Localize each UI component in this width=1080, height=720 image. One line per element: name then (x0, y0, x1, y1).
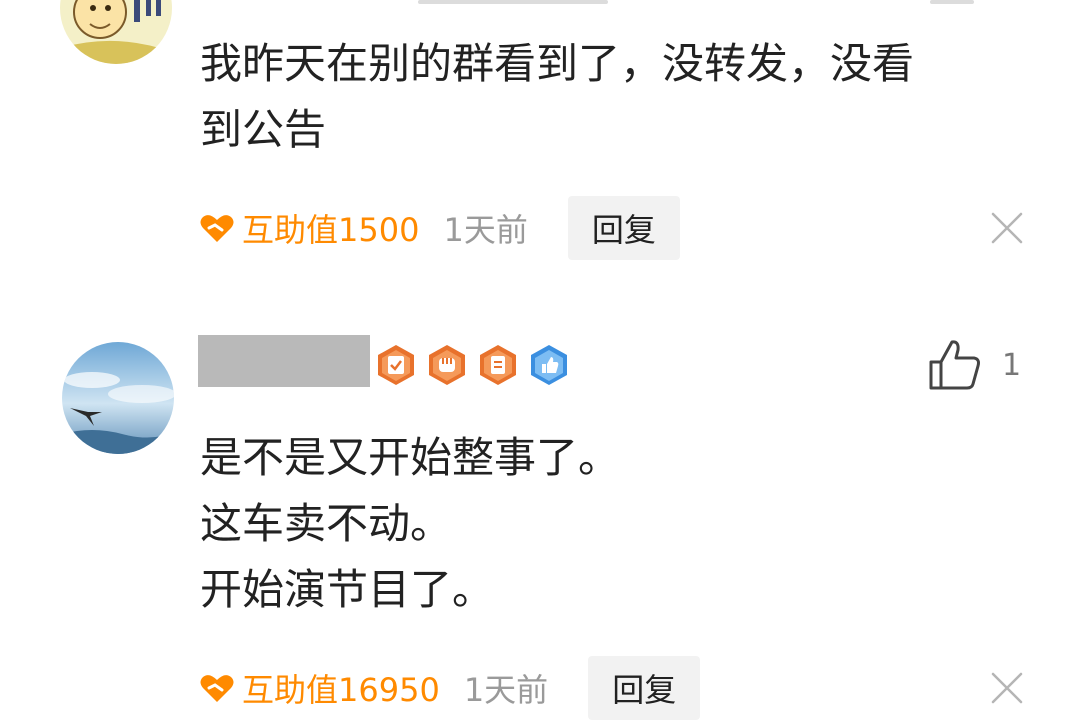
close-button[interactable] (990, 671, 1024, 705)
timestamp: 1天前 (463, 671, 549, 709)
close-icon (991, 672, 1023, 704)
comment-text-line: 这车卖不动。 (200, 499, 453, 548)
comment-text-line: 是不是又开始整事了。 (200, 433, 621, 482)
clipboard-check-badge-icon[interactable] (376, 344, 416, 386)
comment-item: 1 是不是又开始整事了。 这车卖不动。 开始演节目了。 互助值16950 1天前… (0, 0, 1080, 720)
comment-text: 是不是又开始整事了。 这车卖不动。 开始演节目了。 (200, 425, 1040, 623)
username-redacted[interactable] (198, 335, 370, 387)
reply-button[interactable]: 回复 (588, 656, 701, 720)
badge-list (376, 344, 580, 386)
like-count: 1 (1002, 347, 1022, 383)
thumbs-up-badge-icon[interactable] (529, 344, 569, 386)
fist-badge-icon[interactable] (427, 344, 467, 386)
thumbs-up-icon (929, 340, 980, 390)
help-value-label: 互助值16950 (242, 671, 440, 709)
comment-meta: 互助值16950 1天前 回复 (200, 656, 701, 720)
seabird-avatar-image (62, 342, 174, 454)
heart-handshake-icon (200, 675, 234, 702)
like-button[interactable]: 1 (928, 338, 1021, 392)
document-badge-icon[interactable] (478, 344, 518, 386)
avatar[interactable] (62, 342, 174, 454)
comment-text-line: 开始演节目了。 (200, 565, 495, 614)
